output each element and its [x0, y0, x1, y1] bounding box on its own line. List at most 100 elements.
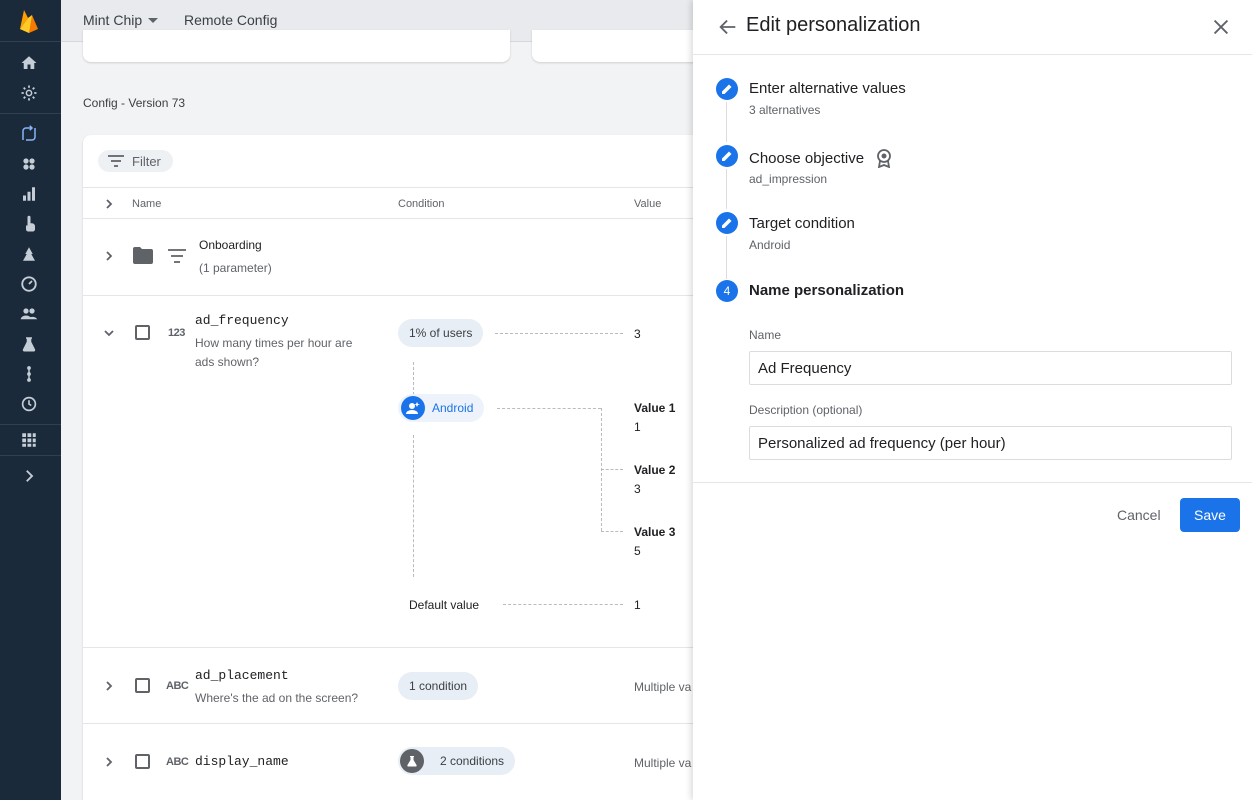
step-edit-icon[interactable]	[716, 78, 738, 100]
number-type-icon: 123	[168, 327, 185, 339]
alternative-label: Value 3	[634, 525, 676, 539]
parameter-key[interactable]: display_name	[195, 754, 289, 769]
folder-icon	[133, 247, 153, 264]
row-checkbox[interactable]	[135, 754, 150, 769]
condition-chip[interactable]: 1 condition	[398, 672, 479, 700]
column-header-name[interactable]: Name	[132, 198, 161, 210]
parameter-description: Where's the ad on the screen?	[195, 691, 359, 705]
condition-chip[interactable]: 1% of users	[398, 319, 484, 347]
chevron-right-icon[interactable]	[103, 680, 115, 692]
row-checkbox[interactable]	[135, 678, 150, 693]
expand-icon[interactable]	[18, 465, 40, 487]
expand-all-icon[interactable]	[103, 198, 115, 210]
row-divider	[83, 723, 723, 724]
condition-chip[interactable]: 2 conditions	[398, 747, 516, 775]
close-icon[interactable]	[1210, 16, 1232, 38]
group-title: Onboarding	[199, 238, 262, 252]
apps-icon[interactable]	[18, 429, 40, 451]
alternative-label: Value 2	[634, 463, 676, 477]
panel-divider	[693, 482, 1252, 483]
settings-icon[interactable]	[18, 82, 40, 104]
chevron-right-icon[interactable]	[103, 250, 115, 262]
filter-button[interactable]: Filter	[98, 150, 173, 172]
product-title: Remote Config	[184, 12, 278, 28]
filter-icon	[108, 155, 124, 167]
home-icon[interactable]	[18, 52, 40, 74]
row-divider	[83, 647, 723, 648]
name-input[interactable]	[749, 351, 1232, 385]
alternative-value: 5	[634, 544, 641, 558]
connector-line	[497, 408, 601, 409]
remote-config-icon[interactable]	[18, 123, 40, 145]
performance-icon[interactable]	[18, 273, 40, 295]
step-subtitle: ad_impression	[749, 172, 828, 186]
step-connector	[726, 169, 727, 209]
personalization-label: Android	[432, 401, 474, 415]
step-subtitle: 3 alternatives	[749, 103, 821, 117]
project-selector[interactable]: Mint Chip	[83, 12, 159, 28]
parameter-description: How many times per hour are	[195, 336, 353, 350]
group-subtitle: (1 parameter)	[199, 261, 272, 275]
name-field-label: Name	[749, 328, 782, 342]
chevron-down-icon[interactable]	[103, 327, 115, 339]
personalization-chip[interactable]: Android	[398, 394, 485, 422]
step-title[interactable]: Target condition	[749, 215, 855, 232]
rail-divider	[0, 41, 61, 42]
step-number-badge: 4	[716, 280, 738, 302]
panel-header: Edit personalization	[693, 0, 1252, 55]
step-title-active: Name personalization	[749, 282, 905, 299]
connector-line	[601, 531, 623, 532]
filter-group-icon	[168, 249, 186, 263]
row-divider	[83, 295, 723, 296]
description-field-label: Description (optional)	[749, 403, 863, 417]
step-title: Choose objective	[749, 150, 865, 167]
step-title[interactable]: Enter alternative values	[749, 80, 906, 97]
condition-value: 3	[634, 327, 641, 341]
rail-divider	[0, 455, 61, 456]
history-icon[interactable]	[18, 393, 40, 415]
analytics-icon[interactable]	[18, 183, 40, 205]
filter-label: Filter	[132, 153, 161, 169]
description-input[interactable]	[749, 426, 1232, 460]
parameter-key[interactable]: ad_frequency	[195, 313, 289, 328]
firebase-logo[interactable]	[18, 8, 40, 34]
parameter-description: ads shown?	[195, 355, 260, 369]
back-arrow-icon[interactable]	[717, 16, 739, 38]
rail-divider	[0, 113, 61, 114]
parameter-value: Multiple va	[634, 756, 692, 770]
table-header: Name Condition Value	[83, 187, 723, 219]
parameter-value: Multiple va	[634, 680, 692, 694]
string-type-icon: ABC	[166, 680, 189, 692]
column-header-value[interactable]: Value	[634, 198, 661, 210]
edit-personalization-panel: Edit personalization Enter alternative v…	[693, 0, 1252, 800]
row-checkbox[interactable]	[135, 325, 150, 340]
default-value: 1	[634, 598, 641, 612]
parameters-table: Filter Name Condition Value Onboarding (…	[83, 135, 723, 800]
string-type-icon: ABC	[166, 756, 189, 768]
step-number: 4	[723, 284, 731, 298]
project-name: Mint Chip	[83, 12, 143, 28]
users-icon[interactable]	[18, 303, 40, 325]
default-value-label: Default value	[409, 598, 480, 612]
award-icon	[877, 149, 892, 169]
left-nav-rail	[0, 0, 61, 800]
parameter-key[interactable]: ad_placement	[195, 668, 289, 683]
column-header-condition[interactable]: Condition	[398, 198, 444, 210]
summary-card	[83, 30, 510, 62]
step-title-choose-objective[interactable]: Choose objective	[749, 148, 894, 169]
config-version-label: Config - Version 73	[83, 96, 186, 110]
step-edit-icon[interactable]	[716, 145, 738, 167]
extensions-icon[interactable]	[18, 153, 40, 175]
touch-icon[interactable]	[18, 213, 40, 235]
cancel-button[interactable]: Cancel	[1103, 498, 1175, 532]
chevron-right-icon[interactable]	[103, 756, 115, 768]
alternative-value: 1	[634, 420, 641, 434]
step-connector	[726, 236, 727, 279]
save-button[interactable]: Save	[1180, 498, 1240, 532]
experiment-icon	[400, 749, 424, 773]
testlab-icon[interactable]	[18, 333, 40, 355]
app-distribution-icon[interactable]	[18, 363, 40, 385]
connector-line	[503, 604, 623, 605]
step-edit-icon[interactable]	[716, 212, 738, 234]
crashlytics-icon[interactable]	[18, 243, 40, 265]
